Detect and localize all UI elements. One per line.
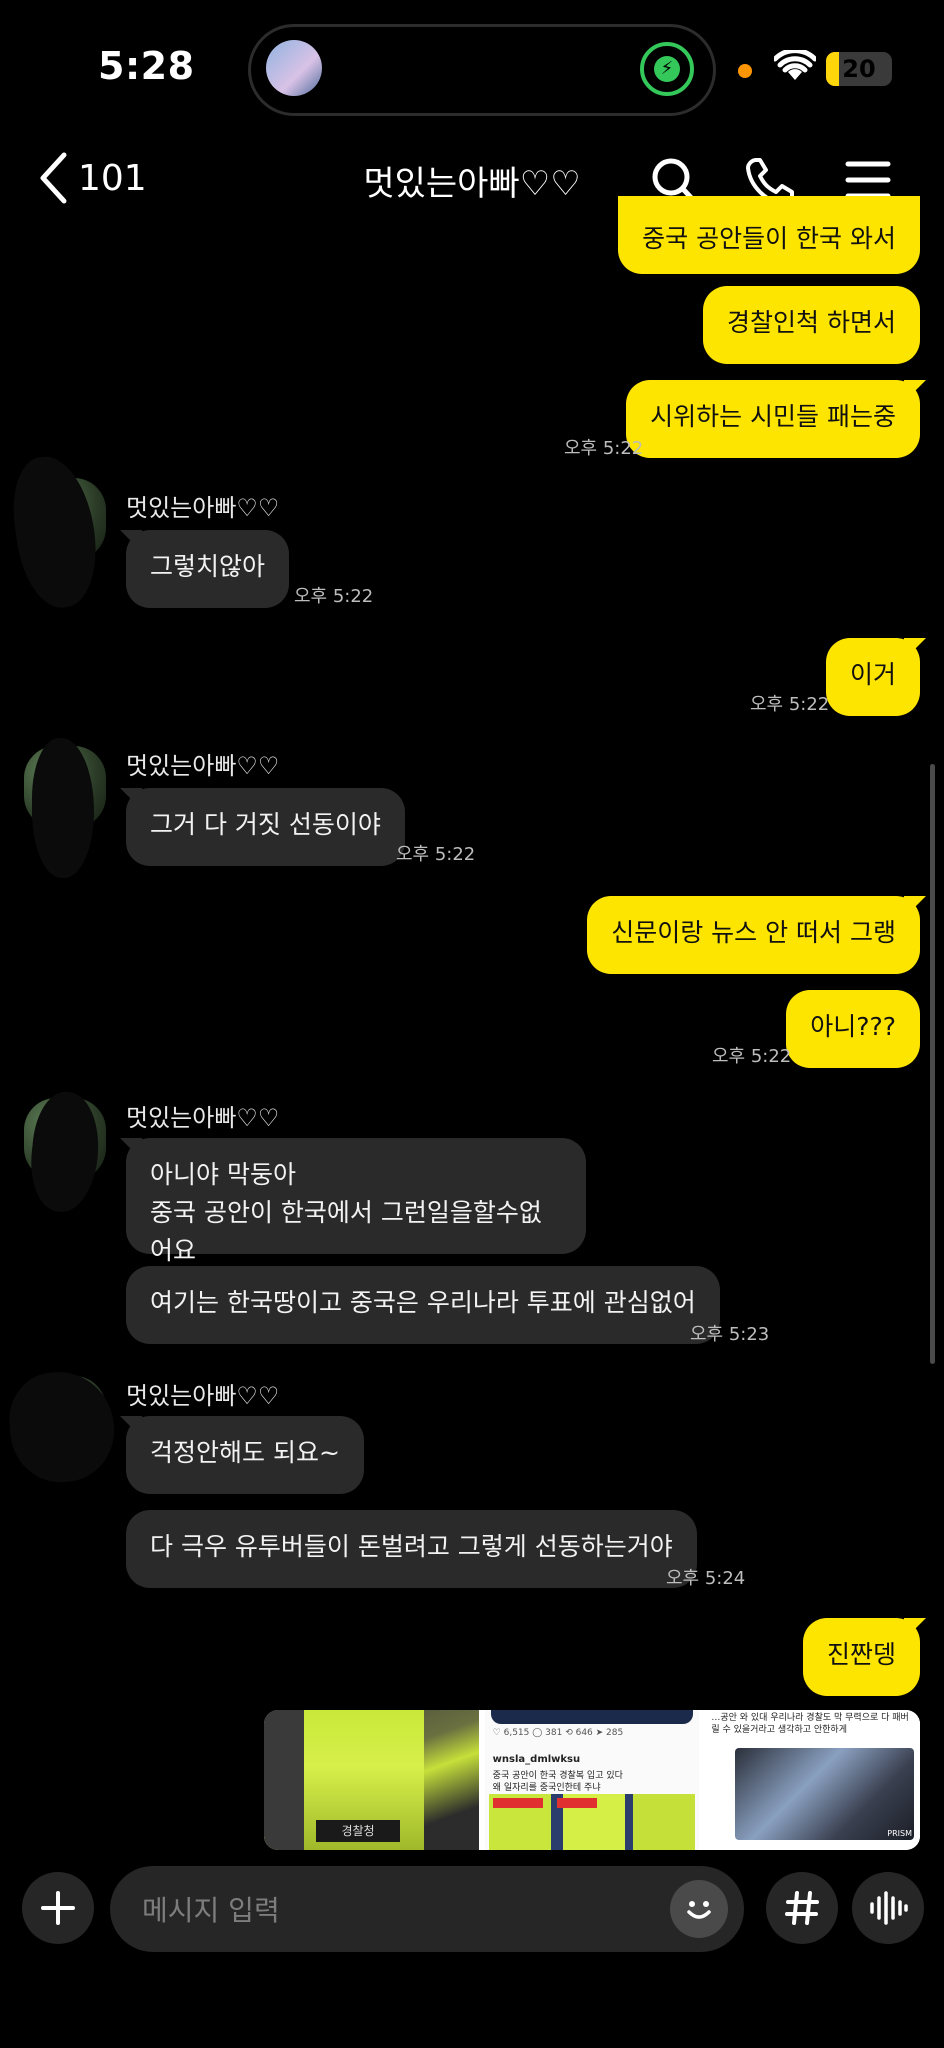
other-message-bubble[interactable]: 아니야 막둥아 중국 공안이 한국에서 그런일을할수없어요 [126, 1138, 586, 1265]
shared-image-police-vest[interactable]: 경찰청 [264, 1710, 479, 1850]
message-text: 시위하는 시민들 패는중 [650, 402, 896, 431]
timestamp: 오후 5:24 [666, 1568, 746, 1589]
avatar[interactable] [24, 1088, 106, 1216]
voice-icon [870, 1891, 908, 1925]
add-button[interactable] [22, 1872, 94, 1944]
message-text: 다 극우 유투버들이 돈벌려고 그렇게 선동하는거야 [150, 1532, 673, 1561]
timestamp: 오후 5:23 [690, 1324, 770, 1345]
timestamp: 오후 5:22 [396, 844, 476, 865]
image-post-user: wnsla_dmlwksu [492, 1754, 581, 1765]
message-text: 중국 공안들이 한국 와서 [642, 224, 896, 253]
wifi-icon [774, 50, 816, 80]
message-text: 아니야 막둥아 [150, 1160, 296, 1189]
message-input-field[interactable] [110, 1866, 744, 1952]
message-text: 중국 공안이 한국에서 그런일을할수없어요 [150, 1198, 542, 1265]
image-badge-text: 경찰청 [316, 1820, 400, 1842]
message-text: 여기는 한국땅이고 중국은 우리나라 투표에 관심없어 [150, 1288, 696, 1317]
hashtag-icon [785, 1891, 819, 1925]
my-message-bubble[interactable]: 이거 [825, 638, 920, 716]
status-time: 5:28 [98, 44, 195, 88]
battery-level: 20 [842, 55, 876, 83]
my-message-bubble[interactable]: 진짠뎅 [802, 1618, 920, 1696]
plus-icon [41, 1891, 75, 1925]
shared-image-post[interactable]: ♡ 6,515 ◯ 381 ⟲ 646 ➤ 285 wnsla_dmlwksu … [484, 1710, 700, 1850]
my-message-bubble[interactable]: 시위하는 시민들 패는중 [626, 380, 920, 458]
timestamp: 오후 5:22 [750, 694, 830, 715]
shared-images[interactable]: 경찰청 ♡ 6,515 ◯ 381 ⟲ 646 ➤ 285 wnsla_dmlw… [264, 1710, 920, 1850]
message-text: 경찰인척 하면서 [727, 308, 896, 337]
charging-icon: ⚡ [640, 42, 694, 96]
message-text: 그거 다 거짓 선동이야 [150, 810, 381, 839]
island-avatar [266, 40, 322, 96]
my-message-bubble[interactable]: 신문이랑 뉴스 안 떠서 그랭 [587, 896, 920, 974]
shared-image-news[interactable]: …공안 와 있대 우리나라 경찰도 막 무력으로 다 패버릴 수 있을거라고 생… [705, 1710, 920, 1850]
sender-name: 멋있는아빠♡♡ [126, 494, 280, 522]
voice-button[interactable] [852, 1872, 924, 1944]
scrollbar[interactable] [930, 764, 935, 1364]
avatar[interactable] [5, 451, 106, 613]
message-input[interactable] [140, 1888, 664, 1932]
sender-name: 멋있는아빠♡♡ [126, 1104, 280, 1132]
emoji-button[interactable] [670, 1880, 728, 1938]
other-message-bubble[interactable]: 그렇치않아 [126, 530, 290, 608]
mic-indicator-dot [738, 64, 752, 78]
sender-name: 멋있는아빠♡♡ [126, 752, 280, 780]
other-message-bubble[interactable]: 걱정안해도 되요~ [126, 1416, 364, 1494]
image-post-stats: ♡ 6,515 ◯ 381 ⟲ 646 ➤ 285 [492, 1728, 624, 1738]
hashtag-button[interactable] [766, 1872, 838, 1944]
message-text: 이거 [849, 660, 896, 689]
other-message-bubble[interactable]: 그거 다 거짓 선동이야 [126, 788, 405, 866]
emoji-icon [687, 1901, 711, 1919]
message-text: 그렇치않아 [150, 552, 266, 581]
avatar[interactable] [24, 738, 106, 878]
other-message-bubble[interactable]: 다 극우 유투버들이 돈벌려고 그렇게 선동하는거야 [126, 1510, 697, 1588]
other-message-bubble[interactable]: 여기는 한국땅이고 중국은 우리나라 투표에 관심없어 [126, 1266, 720, 1344]
timestamp: 오후 5:22 [712, 1046, 792, 1067]
image-post-text: 왜 일자리를 중국인한테 주냐 [492, 1783, 601, 1793]
my-message-bubble[interactable]: 경찰인척 하면서 [703, 286, 920, 364]
message-text: 신문이랑 뉴스 안 떠서 그랭 [611, 918, 896, 947]
my-message-bubble[interactable]: 아니??? [786, 990, 920, 1068]
sender-name: 멋있는아빠♡♡ [126, 1382, 280, 1410]
battery-indicator: 20 [826, 52, 892, 86]
image-news-text: …공안 와 있대 우리나라 경찰도 막 무력으로 다 패버릴 수 있을거라고 생… [711, 1713, 909, 1735]
timestamp: 오후 5:22 [294, 586, 374, 607]
my-message-bubble[interactable]: 중국 공안들이 한국 와서 [618, 196, 920, 274]
message-text: 걱정안해도 되요~ [150, 1438, 340, 1467]
message-text: 아니??? [810, 1012, 896, 1041]
image-news-brand: PRISM [887, 1829, 913, 1838]
message-text: 진짠뎅 [826, 1640, 896, 1669]
avatar[interactable] [6, 1368, 118, 1486]
timestamp: 오후 5:22 [564, 438, 644, 459]
